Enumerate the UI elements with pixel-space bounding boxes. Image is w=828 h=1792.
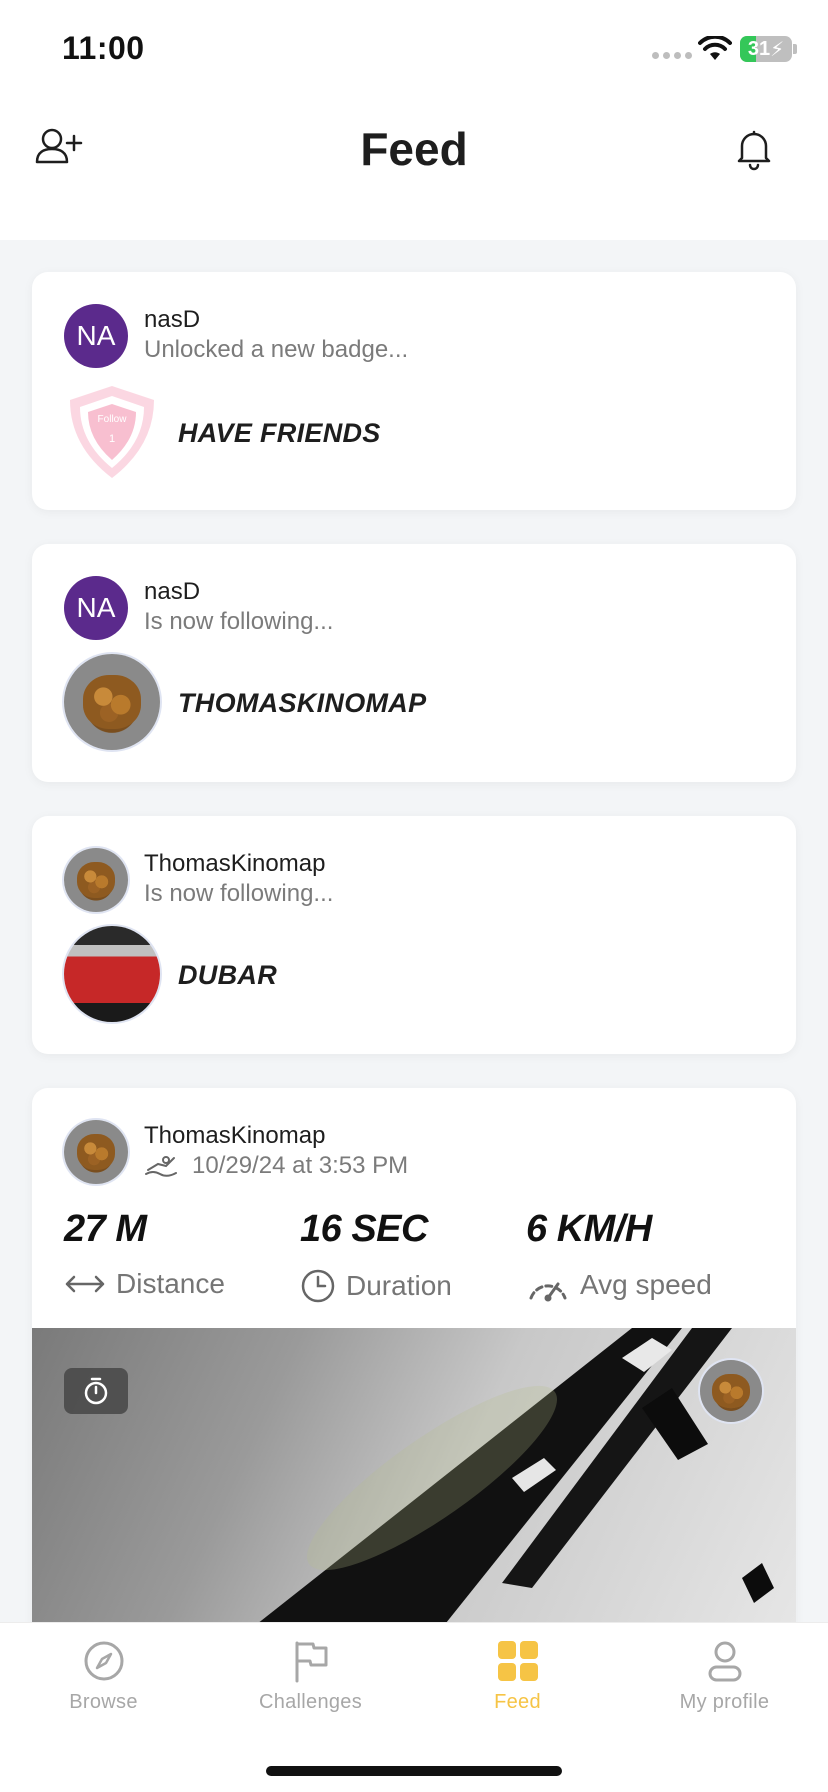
tab-label: Browse xyxy=(69,1691,138,1713)
username[interactable]: ThomasKinomap xyxy=(144,1122,325,1150)
activity-description: Is now following... xyxy=(144,608,334,635)
distance-value: 27 M xyxy=(64,1208,147,1250)
cellular-signal-icon xyxy=(652,52,692,59)
stopwatch-icon xyxy=(84,1377,108,1405)
tab-browse[interactable]: Browse xyxy=(0,1623,207,1733)
username[interactable]: nasD xyxy=(144,578,200,606)
tab-label: Feed xyxy=(494,1691,541,1713)
avg-speed-label: Avg speed xyxy=(580,1269,712,1300)
stat-distance: 27 M Distance xyxy=(64,1208,225,1299)
photo-user-avatar[interactable] xyxy=(700,1360,762,1422)
flag-icon xyxy=(295,1641,327,1683)
username[interactable]: ThomasKinomap xyxy=(144,850,325,878)
feed-card-follow[interactable]: ThomasKinomap Is now following... DUBAR xyxy=(32,816,796,1054)
activity-description: Unlocked a new badge... xyxy=(144,336,409,363)
avatar[interactable]: NA xyxy=(64,304,128,368)
badge-name: HAVE FRIENDS xyxy=(178,418,381,448)
avatar[interactable] xyxy=(64,1120,128,1184)
followed-user-avatar[interactable] xyxy=(64,926,160,1022)
compass-icon xyxy=(84,1641,123,1681)
wifi-icon xyxy=(698,36,732,60)
page-title: Feed xyxy=(360,123,468,175)
clock-icon xyxy=(301,1269,335,1303)
badge-count: 1 xyxy=(109,433,115,445)
tab-label: My profile xyxy=(679,1691,770,1713)
speedometer-icon xyxy=(529,1282,567,1302)
rowing-icon xyxy=(145,1156,177,1177)
feed-card-badge[interactable]: NA nasD Unlocked a new badge... Follow 1… xyxy=(32,272,796,510)
bell-icon xyxy=(737,130,771,171)
followed-user-avatar[interactable] xyxy=(64,654,160,750)
avg-speed-value: 6 KM/H xyxy=(526,1208,652,1250)
feed-card-activity[interactable]: ThomasKinomap 10/29/24 at 3:53 PM 27 M D… xyxy=(32,1088,796,1648)
distance-arrows-icon xyxy=(65,1275,105,1293)
status-time: 11:00 xyxy=(62,30,145,66)
badge-text: Follow xyxy=(98,414,128,425)
activity-photo[interactable] xyxy=(32,1328,796,1628)
follow-badge-icon: Follow 1 xyxy=(70,386,154,478)
distance-label: Distance xyxy=(116,1268,225,1299)
followed-username[interactable]: DUBAR xyxy=(178,960,277,991)
timer-button[interactable] xyxy=(64,1368,128,1414)
home-indicator xyxy=(266,1766,562,1776)
followed-username[interactable]: THOMASKINOMAP xyxy=(178,688,426,719)
duration-label: Duration xyxy=(346,1270,452,1301)
grid-icon xyxy=(497,1641,538,1681)
activity-description: Is now following... xyxy=(144,880,334,907)
activity-date: 10/29/24 at 3:53 PM xyxy=(192,1152,409,1179)
duration-value: 16 SEC xyxy=(300,1208,428,1250)
feed-card-follow[interactable]: NA nasD Is now following... THOMASKINOMA… xyxy=(32,544,796,782)
username[interactable]: nasD xyxy=(144,306,200,334)
battery-level: 31 xyxy=(747,37,771,60)
tab-challenges[interactable]: Challenges xyxy=(207,1623,414,1733)
tab-my-profile[interactable]: My profile xyxy=(621,1623,828,1733)
battery-icon: 31 ⚡ xyxy=(740,36,792,62)
tab-feed[interactable]: Feed xyxy=(414,1623,621,1733)
notifications-button[interactable] xyxy=(726,120,782,176)
stat-duration: 16 SEC Duration xyxy=(300,1208,452,1303)
avatar[interactable] xyxy=(64,848,128,912)
user-icon xyxy=(708,1641,741,1682)
stat-avg-speed: 6 KM/H Avg speed xyxy=(526,1208,712,1302)
tab-label: Challenges xyxy=(258,1691,363,1713)
header: Feed xyxy=(0,100,828,240)
status-bar: 11:00 31 ⚡ xyxy=(0,0,828,100)
avatar[interactable]: NA xyxy=(64,576,128,640)
